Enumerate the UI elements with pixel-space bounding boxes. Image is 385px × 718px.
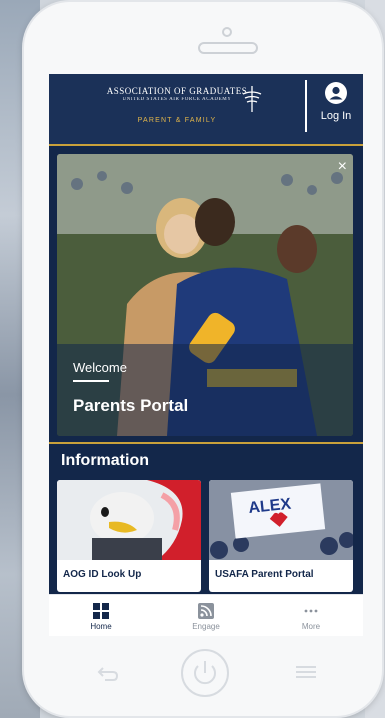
grid-icon	[93, 603, 109, 619]
hero-welcome-text: Welcome	[73, 360, 127, 375]
login-label: Log In	[320, 110, 352, 122]
close-icon[interactable]: ×	[338, 158, 347, 176]
back-arrow-icon[interactable]	[97, 664, 119, 682]
login-button[interactable]: Log In	[311, 82, 361, 134]
crowd-sign-image: ALEX	[209, 480, 353, 560]
card-aog-id-lookup[interactable]: AOG ID Look Up	[57, 480, 201, 592]
rss-icon	[198, 603, 214, 619]
user-avatar-icon	[325, 82, 347, 104]
earpiece-speaker	[198, 42, 258, 54]
app-header: ASSOCIATION OF GRADUATES UNITED STATES A…	[49, 74, 363, 144]
nav-home-label: Home	[90, 622, 112, 631]
card-usafa-parent-portal[interactable]: ALEX USAFA Parent Portal	[209, 480, 353, 592]
header-divider	[305, 80, 307, 132]
home-hardware-button[interactable]	[181, 649, 229, 697]
app-screen: ASSOCIATION OF GRADUATES UNITED STATES A…	[49, 74, 363, 636]
hero-caption: Welcome Parents Portal	[57, 344, 353, 436]
nav-home[interactable]: Home	[49, 595, 153, 636]
power-icon	[194, 661, 216, 685]
hero-caption-rule	[73, 380, 109, 382]
hero-title: Parents Portal	[73, 396, 189, 415]
nav-engage-label: Engage	[192, 622, 220, 631]
information-heading: Information	[61, 452, 149, 469]
logo-parent-family: PARENT & FAMILY	[137, 117, 217, 124]
nav-engage[interactable]: Engage	[154, 595, 258, 636]
card-label: USAFA Parent Portal	[215, 569, 314, 580]
wings-emblem-icon	[242, 86, 262, 112]
more-dots-icon	[304, 609, 318, 613]
menu-lines-icon[interactable]	[296, 665, 316, 679]
front-camera	[222, 27, 232, 37]
bottom-navigation: Home Engage More	[49, 594, 363, 636]
aog-logo[interactable]: ASSOCIATION OF GRADUATES UNITED STATES A…	[59, 80, 295, 138]
header-gold-rule	[49, 144, 363, 146]
nav-more[interactable]: More	[259, 595, 363, 636]
hero-banner[interactable]: × Welcome Parents Portal	[57, 154, 353, 436]
information-gold-rule	[49, 442, 363, 444]
nav-more-label: More	[301, 622, 321, 631]
card-label: AOG ID Look Up	[63, 569, 142, 580]
eagle-mascot-image	[57, 480, 201, 560]
